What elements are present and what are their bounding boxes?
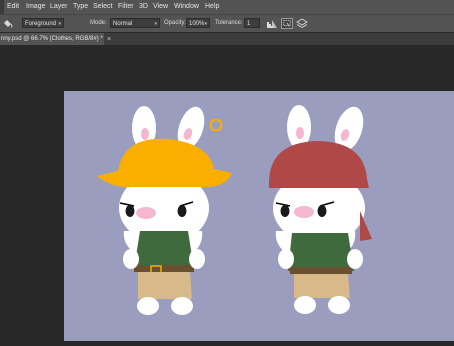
bunny1-right-foot (171, 297, 193, 315)
bunny2-red-bandana (269, 141, 369, 188)
bunny1-nose (136, 207, 156, 219)
contiguous-icon[interactable] (281, 18, 293, 29)
chevron-down-icon: ▾ (58, 21, 61, 27)
document-tab-bar: nny.psd @ 66.7% (Clothes, RGB/8#) * × (0, 32, 454, 46)
mode-label: Mode: (90, 20, 107, 26)
bunny2-left-foot (294, 296, 316, 314)
bunny2-left-eye (280, 205, 290, 217)
chevron-down-icon: ▾ (204, 21, 207, 27)
fill-source-select[interactable]: Foreground ▾ (22, 18, 64, 28)
tolerance-value: 1 (247, 21, 251, 27)
bunny2-right-foot (328, 296, 350, 314)
menu-help[interactable]: Help (205, 0, 219, 14)
anti-alias-icon[interactable] (266, 18, 278, 29)
fill-source-value: Foreground (25, 21, 57, 27)
menu-window[interactable]: Window (174, 0, 199, 14)
menu-type[interactable]: Type (73, 0, 88, 14)
mode-select[interactable]: Normal ▾ (110, 18, 160, 28)
bunny-yellow-hat (97, 106, 232, 315)
bunny2-belt (290, 267, 352, 274)
paint-bucket-icon[interactable] (2, 18, 13, 29)
tolerance-label: Tolerance: (215, 20, 243, 26)
menu-layer[interactable]: Layer (50, 0, 68, 14)
bunny1-belt (134, 265, 194, 272)
document-tab-title: nny.psd @ 66.7% (Clothes, RGB/8#) * (1, 36, 103, 42)
menu-view[interactable]: View (153, 0, 168, 14)
bunny-red-bandana (269, 105, 372, 314)
menu-image[interactable]: Image (26, 0, 45, 14)
opacity-input[interactable]: 100% ▾ (186, 18, 210, 28)
bunny2-right-hand (347, 249, 363, 269)
document-canvas[interactable] (64, 91, 454, 341)
chevron-down-icon: ▾ (154, 21, 157, 27)
bunny2-left-hand (278, 249, 294, 269)
bunny1-yellow-hat (97, 138, 232, 188)
tolerance-input[interactable]: 1 (244, 18, 260, 28)
bunny1-pants (138, 272, 192, 299)
menu-3d[interactable]: 3D (139, 0, 148, 14)
bunny1-right-eye (177, 205, 187, 217)
bunny1-left-foot (137, 297, 159, 315)
menu-select[interactable]: Select (93, 0, 112, 14)
bunny2-right-eye (317, 205, 327, 217)
bunny1-shirt (134, 231, 194, 269)
bunny2-pants (294, 274, 350, 298)
artwork (97, 105, 372, 315)
menu-bar: Edit Image Layer Type Select Filter 3D V… (0, 0, 454, 14)
bunny1-left-eye (125, 205, 135, 217)
earring-icon (209, 118, 223, 132)
opacity-label: Opacity: (164, 20, 187, 26)
bunny1-right-hand (189, 249, 205, 269)
menu-edit[interactable]: Edit (7, 0, 19, 14)
bunny1-left-hand (123, 249, 139, 269)
opacity-value: 100% (189, 21, 205, 27)
options-bar: Foreground ▾ Mode: Normal ▾ Opacity: 100… (0, 14, 454, 32)
all-layers-icon[interactable] (296, 18, 308, 29)
bunny2-bandana-tail (360, 211, 372, 241)
bunny2-left-ear-inner (296, 127, 304, 139)
menu-filter[interactable]: Filter (118, 0, 134, 14)
bunny2-shirt (288, 233, 354, 271)
bunny1-left-ear-inner (141, 128, 149, 140)
mode-value: Normal (113, 21, 133, 27)
app-logo-icon[interactable] (0, 0, 4, 14)
bunny2-nose (294, 206, 314, 218)
